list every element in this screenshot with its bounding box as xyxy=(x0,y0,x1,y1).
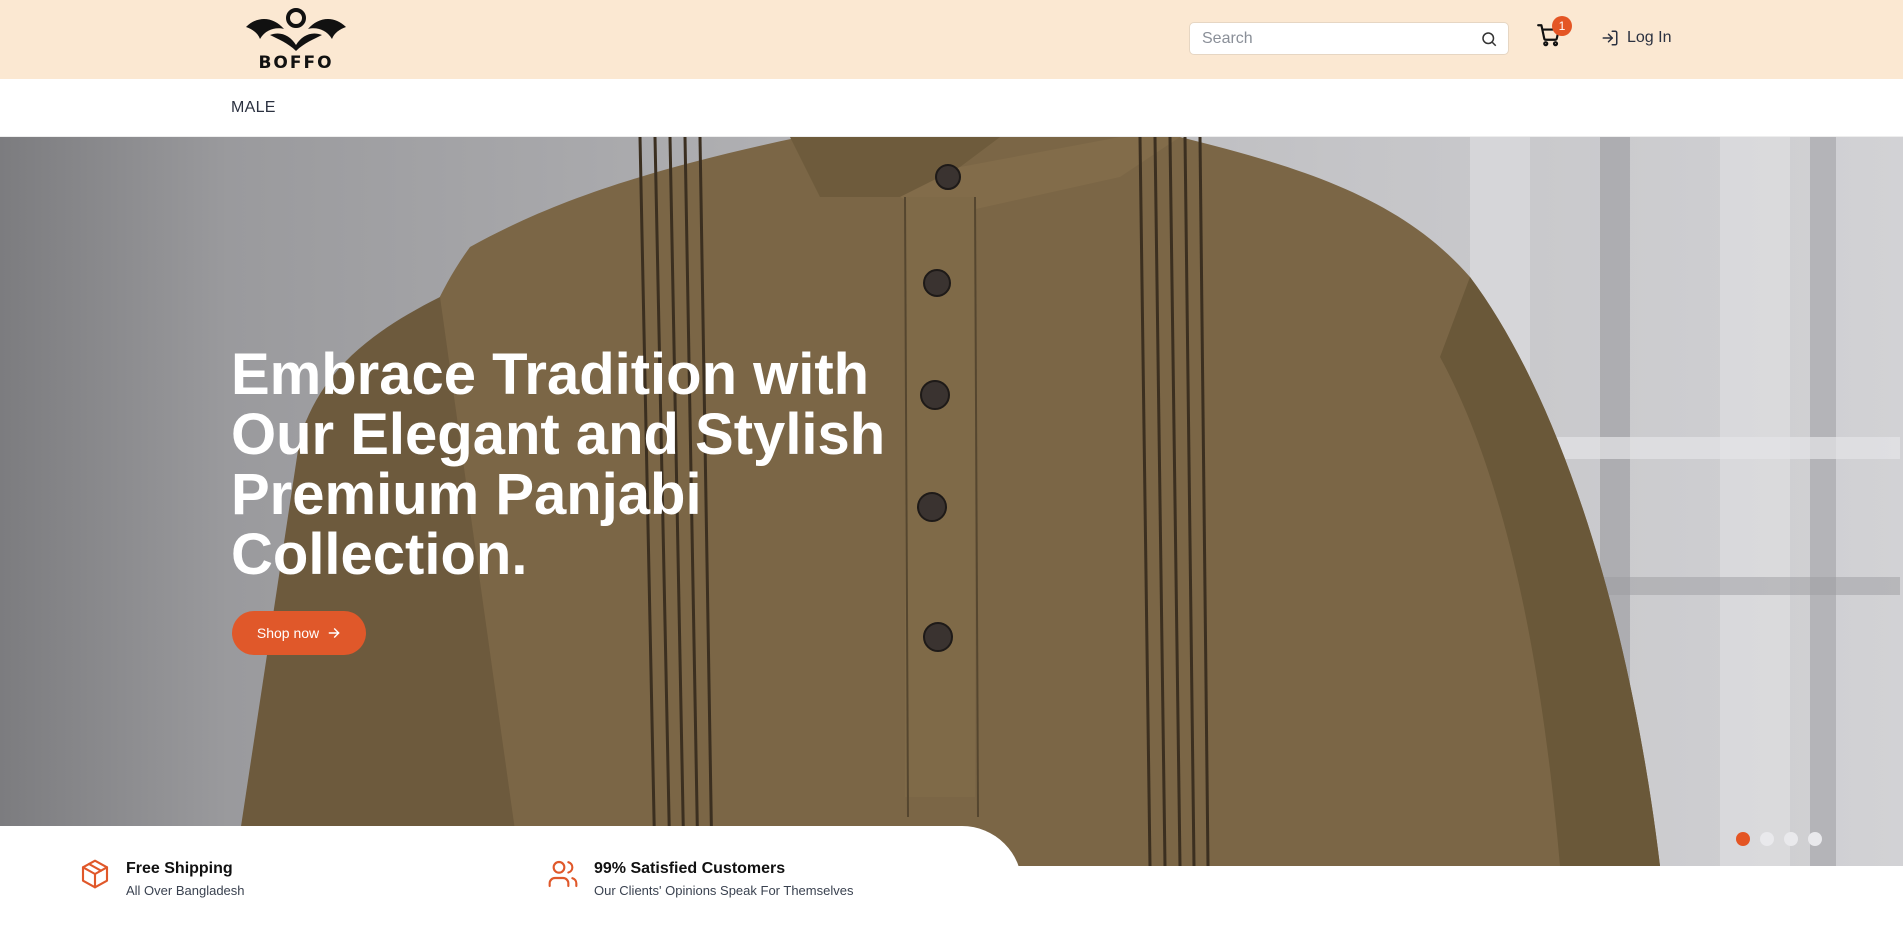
nav-item-male[interactable]: MALE xyxy=(231,99,276,117)
top-header: BOFFO 1 Log In xyxy=(0,0,1903,79)
search-input[interactable] xyxy=(1190,23,1470,54)
search-icon[interactable] xyxy=(1480,30,1498,48)
feature-subtitle: All Over Bangladesh xyxy=(126,883,245,898)
cart-count-badge: 1 xyxy=(1552,16,1572,36)
feature-title: Free Shipping xyxy=(126,860,233,877)
logo-mark-icon xyxy=(246,8,346,51)
carousel-dot-3[interactable] xyxy=(1784,832,1798,846)
shop-now-button[interactable]: Shop now xyxy=(232,611,366,655)
hero-title: Embrace Tradition with Our Elegant and S… xyxy=(231,342,886,587)
logo-wordmark: BOFFO xyxy=(258,53,334,73)
search-box xyxy=(1189,22,1509,55)
feature-subtitle: Our Clients' Opinions Speak For Themselv… xyxy=(594,883,854,898)
carousel-dot-4[interactable] xyxy=(1808,832,1822,846)
hero-banner: Embrace Tradition with Our Elegant and S… xyxy=(0,137,1903,866)
feature-free-shipping: Free Shipping All Over Bangladesh xyxy=(79,858,409,908)
carousel-dot-1[interactable] xyxy=(1736,832,1750,846)
shop-now-label: Shop now xyxy=(256,625,320,641)
login-button[interactable]: Log In xyxy=(1601,27,1671,49)
users-icon xyxy=(548,860,578,888)
login-label: Log In xyxy=(1627,29,1672,46)
feature-satisfied-customers: 99% Satisfied Customers Our Clients' Opi… xyxy=(547,858,967,908)
arrow-right-icon xyxy=(328,628,340,638)
carousel-dot-2[interactable] xyxy=(1760,832,1774,846)
boffo-logo[interactable]: BOFFO xyxy=(240,5,352,73)
category-nav: MALE xyxy=(0,79,1903,137)
feature-title: 99% Satisfied Customers xyxy=(594,860,786,877)
features-strip: Free Shipping All Over Bangladesh 99% Sa… xyxy=(0,826,1022,926)
package-icon xyxy=(81,859,109,889)
login-icon xyxy=(1602,30,1618,46)
carousel-dots xyxy=(1736,832,1822,846)
